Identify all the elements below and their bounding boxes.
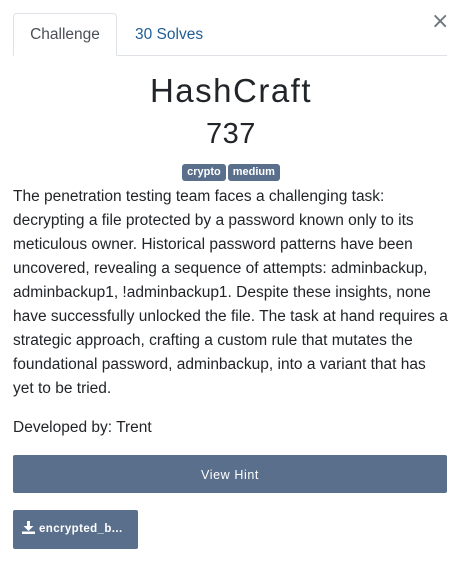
tab-bar: Challenge 30 Solves: [13, 13, 447, 56]
challenge-points: 737: [206, 118, 256, 150]
developer-credit: Developed by: Trent: [13, 419, 152, 436]
tag-badge: crypto: [182, 164, 226, 181]
tab-solves[interactable]: 30 Solves: [118, 13, 220, 54]
tab-challenge[interactable]: Challenge: [13, 13, 117, 56]
challenge-modal: × Challenge 30 Solves HashCraft 737 cryp…: [0, 0, 462, 564]
view-hint-button[interactable]: View Hint: [13, 455, 447, 493]
file-name-label: encrypted_b...: [39, 523, 123, 535]
challenge-title: HashCraft: [149, 72, 313, 109]
challenge-description: The penetration testing team faces a cha…: [13, 188, 448, 397]
file-download-button[interactable]: encrypted_b...: [13, 510, 138, 549]
download-icon: [22, 521, 35, 534]
tag-list: crypto medium: [0, 164, 462, 181]
tag-badge: medium: [227, 164, 280, 181]
